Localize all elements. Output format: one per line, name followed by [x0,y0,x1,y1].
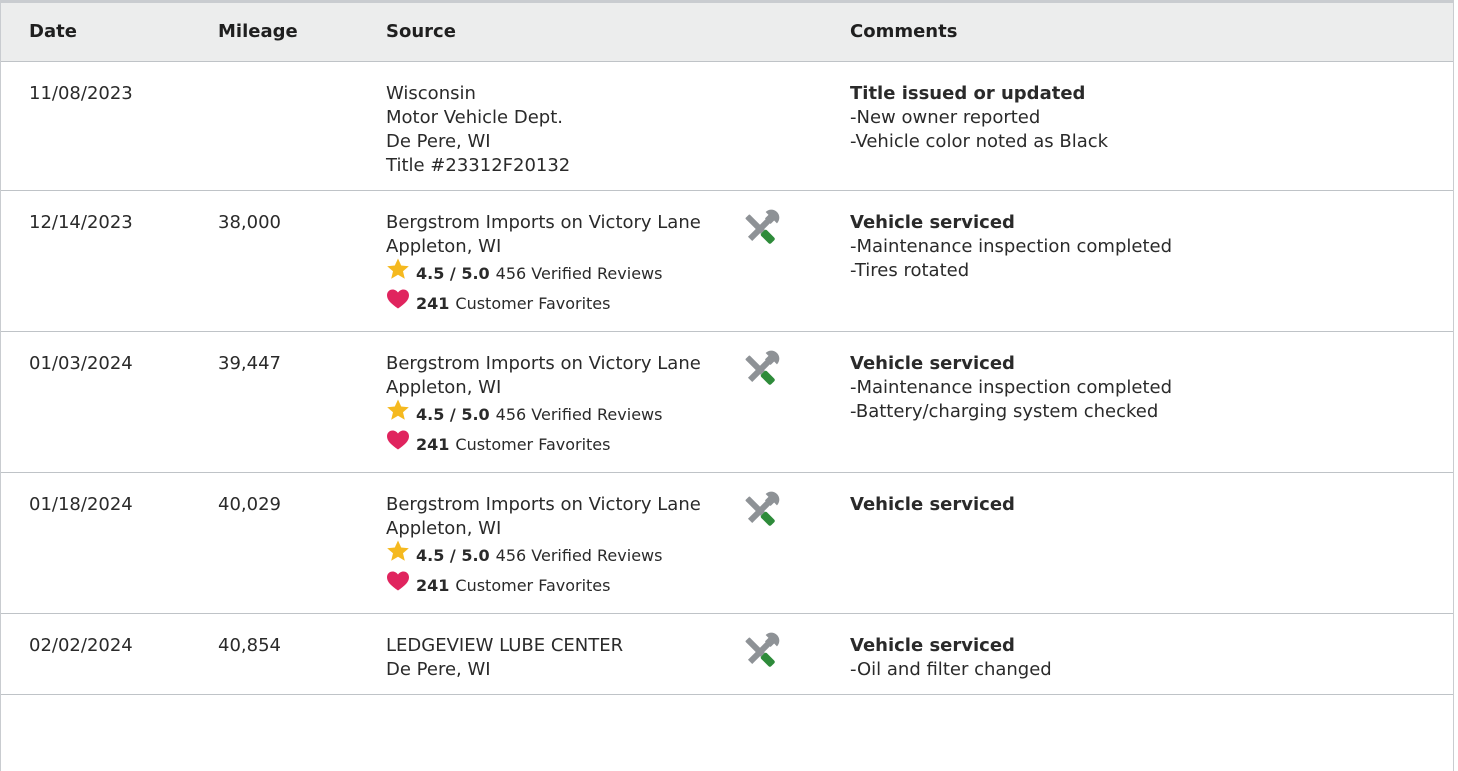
table-row: 01/18/2024 40,029 Bergstrom Imports on V… [1,472,1453,614]
star-icon [386,539,416,572]
cell-source: Wisconsin Motor Vehicle Dept. De Pere, WI T… [358,61,822,191]
header-source: Source [358,3,822,62]
rating-row: 4.5 / 5.0 456 Verified Reviews [386,398,822,431]
rating-value: 4.5 / 5.0 [416,404,490,424]
history-table-container: Date Mileage Source Comments 11/08/2023 … [0,0,1454,771]
cell-source: Bergstrom Imports on Victory Lane Appleto… [358,190,822,332]
comment-line: -Tires rotated [850,259,970,281]
table-row: 01/03/2024 39,447 Bergstrom Imports on V… [1,331,1453,473]
cell-mileage: 39,447 [218,331,358,473]
cell-date: 11/08/2023 [1,61,218,191]
wrench-screwdriver-icon [738,489,782,533]
comment-line: -Maintenance inspection completed [850,235,1173,257]
wrench-screwdriver-icon [738,207,782,251]
header-mileage: Mileage [218,3,358,62]
cell-comments: Vehicle serviced -Maintenance inspection… [822,190,1453,332]
favorites-count: 241 [416,293,450,313]
source-line: Title #23312F20132 [386,154,571,176]
vehicle-history-table: Date Mileage Source Comments 11/08/2023 … [1,3,1453,695]
rating-value: 4.5 / 5.0 [416,263,490,283]
header-date: Date [1,3,218,62]
comment-line: -Oil and filter changed [850,658,1052,680]
header-comments: Comments [822,3,1453,62]
table-row: 11/08/2023 Wisconsin Motor Vehicle Dept. D… [1,61,1453,191]
comment-title: Vehicle serviced [850,211,1015,233]
reviews-count: 456 Verified Reviews [495,263,663,283]
cell-mileage: 38,000 [218,190,358,332]
comment-title: Vehicle serviced [850,352,1015,374]
wrench-screwdriver-icon [738,630,782,674]
comment-line: -Maintenance inspection completed [850,376,1173,398]
source-line: Motor Vehicle Dept. [386,106,563,128]
cell-comments: Vehicle serviced -Maintenance inspection… [822,331,1453,473]
comment-line: -Vehicle color noted as Black [850,130,1109,152]
source-line: De Pere, WI [386,130,491,152]
cell-source: LEDGEVIEW LUBE CENTER De Pere, WI [358,613,822,695]
favorites-count: 241 [416,575,450,595]
heart-icon [386,428,416,461]
cell-mileage: 40,029 [218,472,358,614]
favorites-row: 241 Customer Favorites [386,289,822,319]
wrench-screwdriver-icon [738,348,782,392]
source-line: Wisconsin [386,82,476,104]
favorites-label: Customer Favorites [455,575,611,595]
cell-mileage [218,61,358,191]
heart-icon [386,569,416,602]
favorites-row: 241 Customer Favorites [386,430,822,460]
cell-date: 12/14/2023 [1,190,218,332]
table-header-row: Date Mileage Source Comments [1,3,1453,62]
heart-icon [386,287,416,320]
favorites-row: 241 Customer Favorites [386,571,822,601]
cell-comments: Title issued or updated -New owner repor… [822,61,1453,191]
cell-comments: Vehicle serviced -Oil and filter changed [822,613,1453,695]
cell-date: 01/18/2024 [1,472,218,614]
rating-value: 4.5 / 5.0 [416,545,490,565]
comment-line: -Battery/charging system checked [850,400,1159,422]
comment-title: Title issued or updated [850,82,1086,104]
table-row: 02/02/2024 40,854 LEDGEVIEW LUBE CENTER D… [1,613,1453,695]
reviews-count: 456 Verified Reviews [495,545,663,565]
cell-date: 01/03/2024 [1,331,218,473]
rating-row: 4.5 / 5.0 456 Verified Reviews [386,539,822,572]
cell-mileage: 40,854 [218,613,358,695]
star-icon [386,398,416,431]
favorites-label: Customer Favorites [455,293,611,313]
table-body: 11/08/2023 Wisconsin Motor Vehicle Dept. D… [1,61,1453,695]
comment-line: -New owner reported [850,106,1041,128]
favorites-count: 241 [416,434,450,454]
favorites-label: Customer Favorites [455,434,611,454]
reviews-count: 456 Verified Reviews [495,404,663,424]
cell-date: 02/02/2024 [1,613,218,695]
star-icon [386,257,416,290]
cell-comments: Vehicle serviced [822,472,1453,614]
cell-source: Bergstrom Imports on Victory Lane Appleto… [358,331,822,473]
cell-source: Bergstrom Imports on Victory Lane Appleto… [358,472,822,614]
table-row: 12/14/2023 38,000 Bergstrom Imports on V… [1,190,1453,332]
comment-title: Vehicle serviced [850,634,1015,656]
comment-title: Vehicle serviced [850,493,1015,515]
rating-row: 4.5 / 5.0 456 Verified Reviews [386,257,822,290]
